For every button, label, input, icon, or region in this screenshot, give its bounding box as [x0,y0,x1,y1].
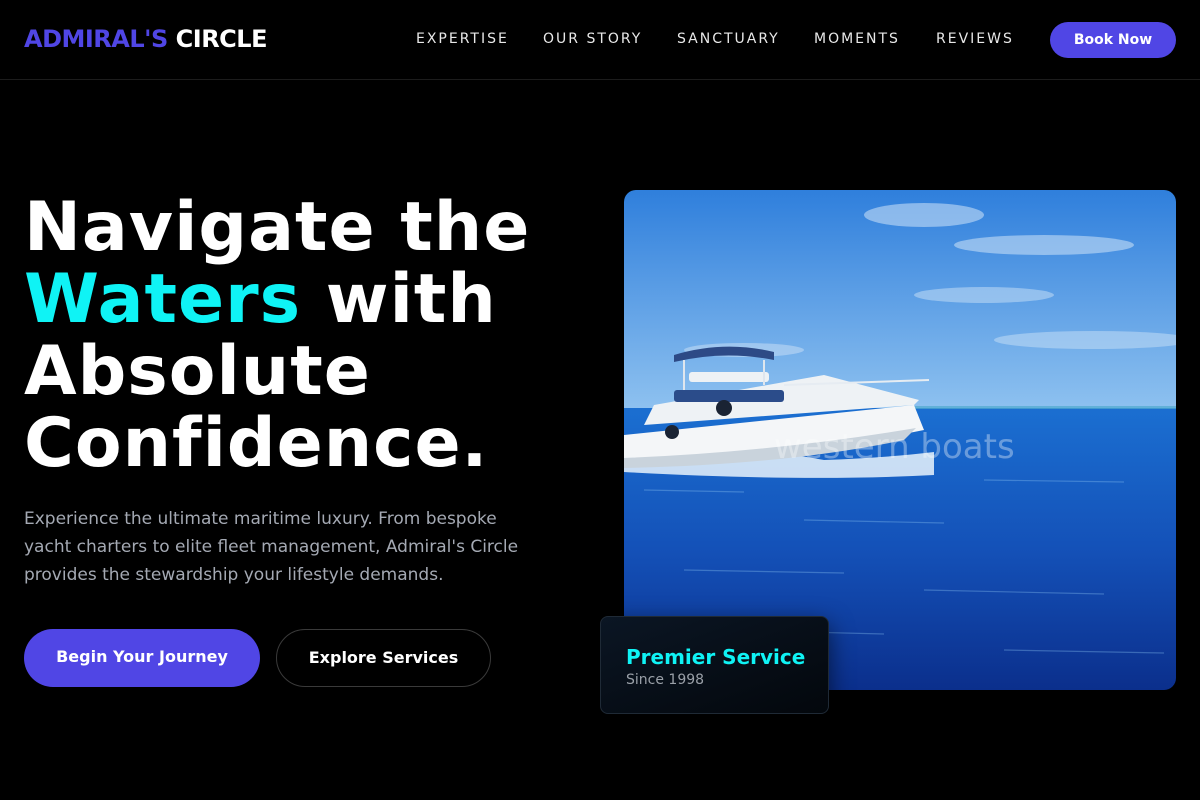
book-now-button[interactable]: Book Now [1050,22,1176,58]
site-header: ADMIRAL'S CIRCLE EXPERTISE OUR STORY SAN… [0,0,1200,80]
headline-accent-word: Waters [24,260,302,339]
nav-item-sanctuary[interactable]: SANCTUARY [677,30,780,48]
badge-title: Premier Service [626,645,806,669]
headline-line-3: Absolute [24,332,371,411]
premier-service-badge: Premier Service Since 1998 [600,616,829,714]
nav-item-expertise[interactable]: EXPERTISE [416,30,509,48]
logo-part-1: ADMIRAL'S [24,25,168,53]
nav-item-reviews[interactable]: REVIEWS [936,30,1014,48]
headline-line-4: Confidence. [24,404,489,483]
hero-intro-text: Experience the ultimate maritime luxury.… [24,509,519,585]
begin-journey-button[interactable]: Begin Your Journey [24,629,260,687]
nav-item-moments[interactable]: MOMENTS [814,30,900,48]
badge-subtitle: Since 1998 [626,672,705,688]
image-watermark-text: western boats [774,427,1015,467]
nav-item-our-story[interactable]: OUR STORY [543,30,642,48]
hero-headline: Navigate the Waters with Absolute Confid… [24,192,584,480]
headline-line-1: Navigate the [24,188,531,267]
logo-part-2: CIRCLE [175,25,268,53]
yacht-hero-image: western boats [624,190,1176,690]
logo[interactable]: ADMIRAL'S CIRCLE [24,24,267,54]
explore-services-button[interactable]: Explore Services [276,629,491,687]
headline-line-2-rest: with [301,260,497,339]
